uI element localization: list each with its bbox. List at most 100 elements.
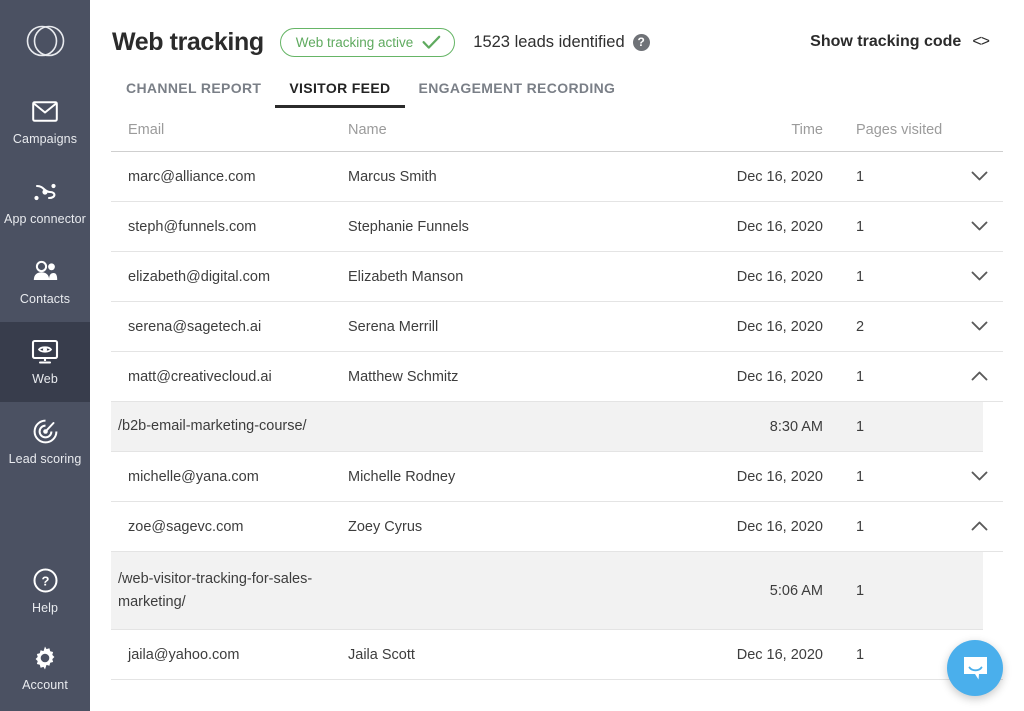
svg-text:?: ? — [41, 574, 49, 589]
table-row[interactable]: jaila@yahoo.com Jaila Scott Dec 16, 2020… — [111, 630, 1003, 680]
table-row[interactable]: michelle@yana.com Michelle Rodney Dec 16… — [111, 452, 1003, 502]
cell-page-url: /web-visitor-tracking-for-sales-marketin… — [118, 571, 313, 610]
leads-identified-text: 1523 leads identified — [473, 32, 625, 51]
page-title: Web tracking — [112, 27, 264, 56]
people-icon — [31, 259, 59, 285]
cell-email: serena@sagetech.ai — [128, 318, 262, 335]
cell-pages: 1 — [856, 168, 865, 185]
cell-time: 5:06 AM — [769, 582, 823, 599]
page-header: Web tracking Web tracking active 1523 le… — [90, 0, 1024, 66]
cell-pages: 1 — [856, 582, 865, 599]
code-brackets-icon[interactable]: <> — [972, 33, 990, 51]
cell-pages: 1 — [856, 218, 865, 235]
cell-pages: 1 — [856, 268, 865, 285]
sidebar: Campaigns App connector Contacts Web Lea… — [0, 0, 90, 711]
chevron-up-icon[interactable] — [967, 515, 991, 539]
cell-time: Dec 16, 2020 — [736, 518, 823, 535]
cell-name: Stephanie Funnels — [348, 218, 469, 235]
sidebar-item-label: Account — [22, 677, 68, 692]
check-icon — [422, 35, 441, 50]
table-row[interactable]: steph@funnels.com Stephanie Funnels Dec … — [111, 202, 1003, 252]
nodes-icon — [31, 179, 59, 205]
cell-name: Matthew Schmitz — [348, 368, 459, 385]
cell-name: Elizabeth Manson — [348, 268, 464, 285]
chevron-down-icon[interactable] — [967, 265, 991, 289]
cell-time: Dec 16, 2020 — [736, 218, 823, 235]
sidebar-item-campaigns[interactable]: Campaigns — [0, 82, 90, 162]
cell-email: elizabeth@digital.com — [128, 268, 271, 285]
header-actions: Show tracking code <> — [810, 33, 1002, 51]
intercom-chat-launcher[interactable] — [947, 640, 1003, 696]
cell-name: Serena Merrill — [348, 318, 439, 335]
cell-time: Dec 16, 2020 — [736, 646, 823, 663]
chevron-down-icon[interactable] — [967, 465, 991, 489]
show-tracking-code-button[interactable]: Show tracking code — [810, 33, 961, 51]
cell-email: marc@alliance.com — [128, 168, 256, 185]
sidebar-item-web[interactable]: Web — [0, 322, 90, 402]
sidebar-item-lead-scoring[interactable]: Lead scoring — [0, 402, 90, 482]
sidebar-item-account[interactable]: Account — [0, 631, 90, 711]
cell-name: Marcus Smith — [348, 168, 437, 185]
chevron-down-icon[interactable] — [967, 165, 991, 189]
status-badge[interactable]: Web tracking active — [279, 27, 456, 57]
cell-time: 8:30 AM — [769, 418, 823, 435]
sidebar-item-label: Help — [31, 600, 59, 615]
tab-visitor-feed[interactable]: VISITOR FEED — [275, 74, 405, 108]
cell-email: matt@creativecloud.ai — [128, 368, 272, 385]
app-logo[interactable] — [0, 0, 90, 82]
cell-time: Dec 16, 2020 — [736, 318, 823, 335]
cell-pages: 1 — [856, 418, 865, 435]
gear-icon — [32, 645, 58, 671]
cell-name: Jaila Scott — [348, 646, 415, 663]
cell-email: steph@funnels.com — [128, 218, 257, 235]
app-root: Campaigns App connector Contacts Web Lea… — [0, 0, 1024, 711]
leads-identified: 1523 leads identified ? — [473, 32, 650, 52]
chevron-down-icon[interactable] — [967, 215, 991, 239]
main-content: Web tracking Web tracking active 1523 le… — [90, 0, 1024, 711]
cell-email: zoe@sagevc.com — [128, 518, 244, 535]
cell-name: Michelle Rodney — [348, 468, 456, 485]
sidebar-item-app-connector[interactable]: App connector — [0, 162, 90, 242]
table-row[interactable]: marc@alliance.com Marcus Smith Dec 16, 2… — [111, 152, 1003, 202]
cell-name: Zoey Cyrus — [348, 518, 423, 535]
column-header-time: Time — [791, 121, 823, 138]
column-header-email: Email — [128, 121, 165, 138]
cell-pages: 1 — [856, 368, 865, 385]
tab-channel-report[interactable]: CHANNEL REPORT — [112, 74, 275, 108]
monitor-eye-icon — [31, 339, 59, 365]
table-row[interactable]: zoe@sagevc.com Zoey Cyrus Dec 16, 2020 1 — [111, 502, 1003, 552]
tab-bar: CHANNEL REPORT VISITOR FEED ENGAGEMENT R… — [90, 74, 1024, 108]
target-icon — [32, 419, 59, 445]
table-subrow-page-visit[interactable]: /b2b-email-marketing-course/ 8:30 AM 1 — [111, 402, 983, 452]
sidebar-item-label: Campaigns — [12, 131, 78, 146]
column-header-name: Name — [348, 121, 387, 138]
question-circle-icon: ? — [33, 568, 58, 594]
sidebar-item-label: Web — [32, 371, 58, 386]
chevron-up-icon[interactable] — [967, 365, 991, 389]
table-row[interactable]: elizabeth@digital.com Elizabeth Manson D… — [111, 252, 1003, 302]
cell-pages: 1 — [856, 518, 865, 535]
tab-engagement-recording[interactable]: ENGAGEMENT RECORDING — [405, 74, 630, 108]
table-header-row: Email Name Time Pages visited — [111, 108, 1003, 152]
cell-page-url: /b2b-email-marketing-course/ — [118, 418, 307, 435]
sidebar-item-label: Lead scoring — [8, 451, 82, 466]
chevron-down-icon[interactable] — [967, 315, 991, 339]
cell-time: Dec 16, 2020 — [736, 368, 823, 385]
cell-time: Dec 16, 2020 — [736, 468, 823, 485]
cell-time: Dec 16, 2020 — [736, 168, 823, 185]
cell-email: michelle@yana.com — [128, 468, 259, 485]
cell-pages: 2 — [856, 318, 865, 335]
envelope-icon — [32, 99, 58, 125]
table-subrow-page-visit[interactable]: /web-visitor-tracking-for-sales-marketin… — [111, 552, 983, 630]
table-row[interactable]: serena@sagetech.ai Serena Merrill Dec 16… — [111, 302, 1003, 352]
cell-pages: 1 — [856, 468, 865, 485]
overlapping-circles-logo — [26, 25, 65, 57]
help-circle-icon[interactable]: ? — [632, 33, 650, 51]
sidebar-item-contacts[interactable]: Contacts — [0, 242, 90, 322]
sidebar-item-help[interactable]: ? Help — [0, 551, 90, 631]
visitor-feed-table: Email Name Time Pages visited marc@allia… — [90, 108, 1024, 680]
cell-email: jaila@yahoo.com — [128, 646, 240, 663]
table-row[interactable]: matt@creativecloud.ai Matthew Schmitz De… — [111, 352, 1003, 402]
status-badge-label: Web tracking active — [295, 34, 414, 50]
